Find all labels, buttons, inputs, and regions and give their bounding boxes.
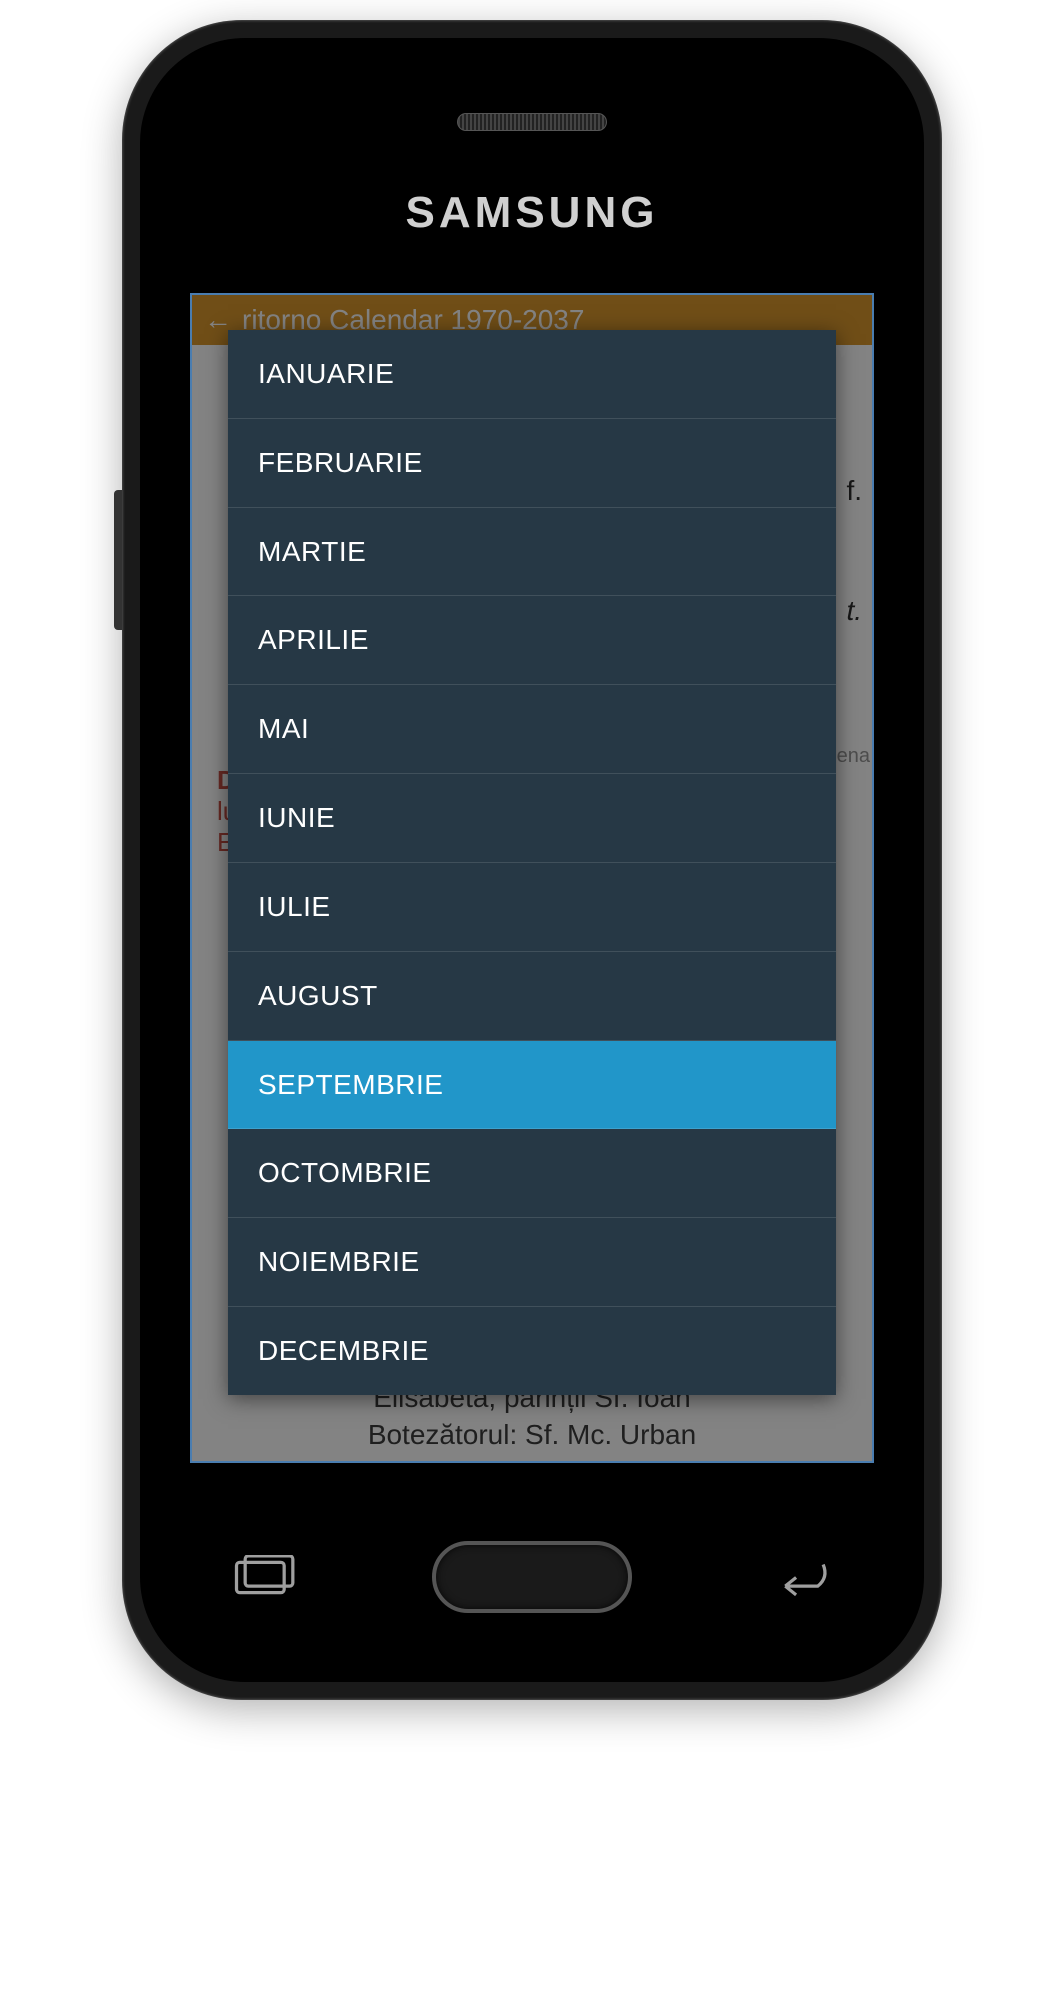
month-option-martie[interactable]: MARTIE xyxy=(228,508,836,597)
month-option-ianuarie[interactable]: IANUARIE xyxy=(228,330,836,419)
month-option-august[interactable]: AUGUST xyxy=(228,952,836,1041)
month-option-septembrie[interactable]: SEPTEMBRIE xyxy=(228,1041,836,1130)
month-option-iunie[interactable]: IUNIE xyxy=(228,774,836,863)
volume-button xyxy=(114,490,122,630)
month-option-aprilie[interactable]: APRILIE xyxy=(228,596,836,685)
month-option-decembrie[interactable]: DECEMBRIE xyxy=(228,1307,836,1395)
month-option-noiembrie[interactable]: NOIEMBRIE xyxy=(228,1218,836,1307)
home-button[interactable] xyxy=(432,1541,632,1613)
recent-apps-button[interactable] xyxy=(230,1555,295,1600)
month-option-februarie[interactable]: FEBRUARIE xyxy=(228,419,836,508)
month-option-mai[interactable]: MAI xyxy=(228,685,836,774)
phone-frame: .com SAMSUNG ← ritorno Calendar 1970-203… xyxy=(122,20,942,1700)
month-option-iulie[interactable]: IULIE xyxy=(228,863,836,952)
month-picker-dialog: IANUARIE FEBRUARIE MARTIE APRILIE MAI IU… xyxy=(228,330,836,1395)
phone-speaker xyxy=(457,113,607,131)
back-button[interactable] xyxy=(769,1555,834,1600)
phone-brand: SAMSUNG xyxy=(140,188,924,238)
phone-bezel: SAMSUNG ← ritorno Calendar 1970-2037 f. … xyxy=(140,38,924,1682)
screen: ← ritorno Calendar 1970-2037 f. t. ena D… xyxy=(190,293,874,1463)
month-option-octombrie[interactable]: OCTOMBRIE xyxy=(228,1129,836,1218)
hardware-nav xyxy=(140,1527,924,1627)
